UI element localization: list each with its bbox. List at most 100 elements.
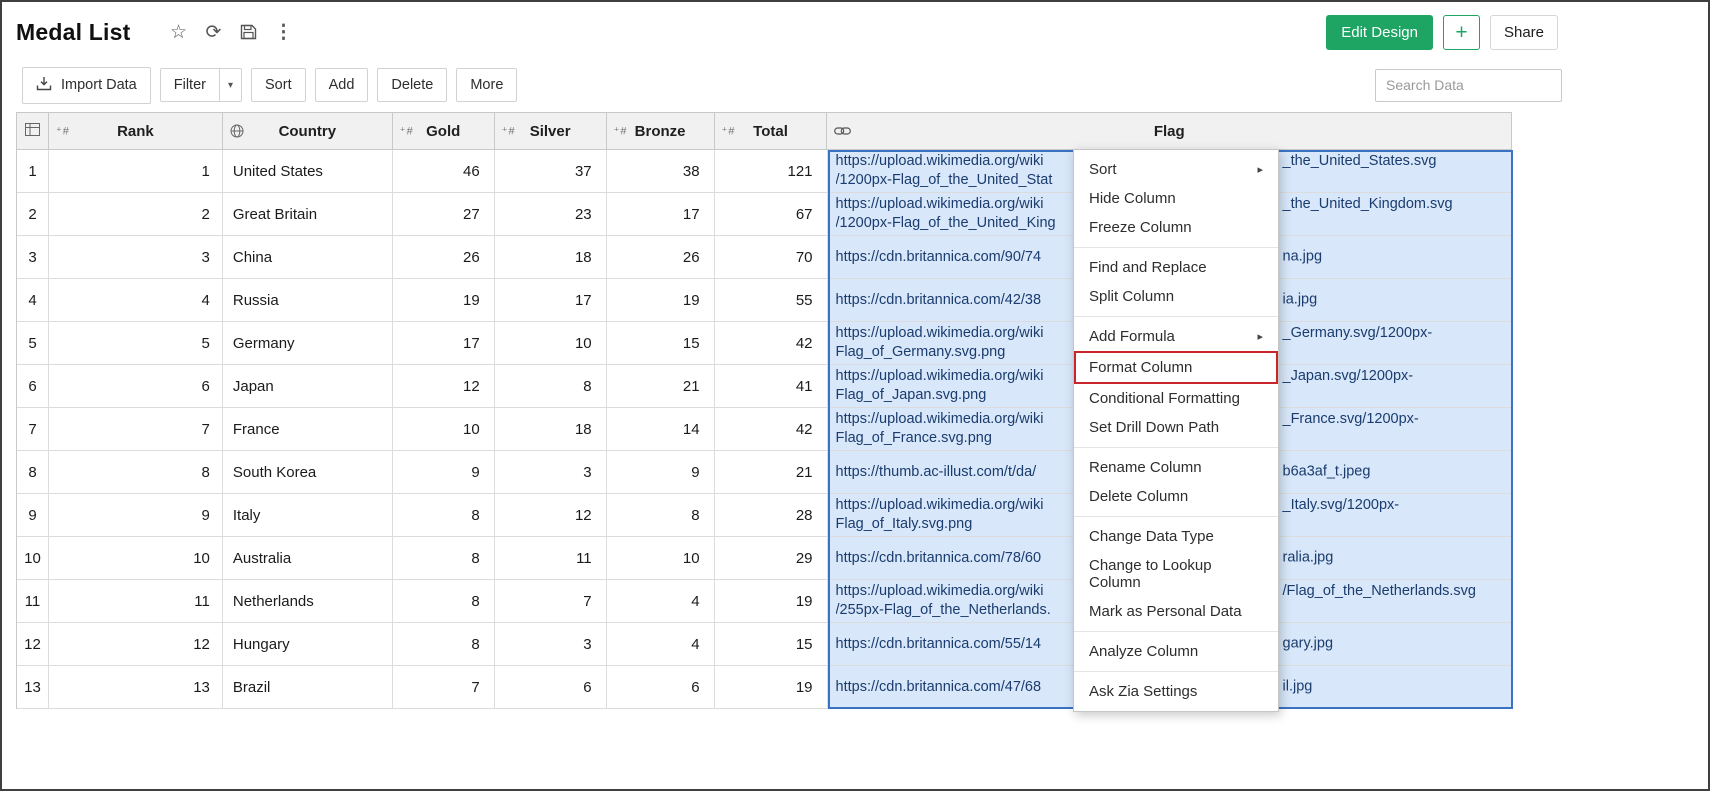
silver-cell[interactable]: 3 bbox=[495, 623, 607, 666]
bronze-cell[interactable]: 4 bbox=[607, 580, 715, 623]
total-cell[interactable]: 70 bbox=[715, 236, 828, 279]
gold-cell[interactable]: 8 bbox=[393, 623, 495, 666]
country-cell[interactable]: Russia bbox=[223, 279, 393, 322]
rank-cell[interactable]: 8 bbox=[49, 451, 223, 494]
menu-item-set-drill-down-path[interactable]: Set Drill Down Path bbox=[1074, 413, 1278, 442]
row-number[interactable]: 6 bbox=[17, 365, 49, 408]
silver-cell[interactable]: 7 bbox=[495, 580, 607, 623]
bronze-cell[interactable]: 8 bbox=[607, 494, 715, 537]
column-header-country[interactable]: Country bbox=[223, 113, 393, 150]
bronze-cell[interactable]: 21 bbox=[607, 365, 715, 408]
total-cell[interactable]: 29 bbox=[715, 537, 828, 580]
filter-dropdown-caret-icon[interactable]: ▾ bbox=[219, 68, 242, 102]
save-icon[interactable] bbox=[238, 24, 258, 40]
column-header-bronze[interactable]: ⁺# Bronze bbox=[607, 113, 715, 150]
refresh-icon[interactable]: ⟳ bbox=[203, 23, 223, 42]
more-options-kebab-icon[interactable]: ⋮ bbox=[273, 23, 293, 42]
country-cell[interactable]: France bbox=[223, 408, 393, 451]
menu-item-conditional-formatting[interactable]: Conditional Formatting bbox=[1074, 384, 1278, 413]
total-cell[interactable]: 28 bbox=[715, 494, 828, 537]
gold-cell[interactable]: 8 bbox=[393, 580, 495, 623]
row-number[interactable]: 11 bbox=[17, 580, 49, 623]
edit-design-button[interactable]: Edit Design bbox=[1326, 15, 1433, 50]
menu-item-split-column[interactable]: Split Column bbox=[1074, 282, 1278, 311]
bronze-cell[interactable]: 19 bbox=[607, 279, 715, 322]
total-cell[interactable]: 42 bbox=[715, 408, 828, 451]
country-cell[interactable]: Australia bbox=[223, 537, 393, 580]
menu-item-change-to-lookup-column[interactable]: Change to Lookup Column bbox=[1074, 551, 1278, 597]
rank-cell[interactable]: 6 bbox=[49, 365, 223, 408]
bronze-cell[interactable]: 14 bbox=[607, 408, 715, 451]
silver-cell[interactable]: 11 bbox=[495, 537, 607, 580]
rank-cell[interactable]: 2 bbox=[49, 193, 223, 236]
bronze-cell[interactable]: 6 bbox=[607, 666, 715, 709]
rank-cell[interactable]: 10 bbox=[49, 537, 223, 580]
add-new-button[interactable]: + bbox=[1443, 15, 1480, 50]
rank-cell[interactable]: 12 bbox=[49, 623, 223, 666]
country-cell[interactable]: Brazil bbox=[223, 666, 393, 709]
silver-cell[interactable]: 12 bbox=[495, 494, 607, 537]
bronze-cell[interactable]: 4 bbox=[607, 623, 715, 666]
more-button[interactable]: More bbox=[456, 68, 517, 102]
bronze-cell[interactable]: 9 bbox=[607, 451, 715, 494]
row-number[interactable]: 9 bbox=[17, 494, 49, 537]
add-button[interactable]: Add bbox=[315, 68, 369, 102]
delete-button[interactable]: Delete bbox=[377, 68, 447, 102]
total-cell[interactable]: 19 bbox=[715, 580, 828, 623]
silver-cell[interactable]: 3 bbox=[495, 451, 607, 494]
favorite-star-icon[interactable]: ☆ bbox=[168, 23, 188, 42]
bronze-cell[interactable]: 38 bbox=[607, 150, 715, 193]
gold-cell[interactable]: 17 bbox=[393, 322, 495, 365]
gold-cell[interactable]: 19 bbox=[393, 279, 495, 322]
gold-cell[interactable]: 12 bbox=[393, 365, 495, 408]
country-cell[interactable]: Italy bbox=[223, 494, 393, 537]
total-cell[interactable]: 15 bbox=[715, 623, 828, 666]
bronze-cell[interactable]: 17 bbox=[607, 193, 715, 236]
row-number[interactable]: 3 bbox=[17, 236, 49, 279]
country-cell[interactable]: Germany bbox=[223, 322, 393, 365]
rank-cell[interactable]: 3 bbox=[49, 236, 223, 279]
country-cell[interactable]: China bbox=[223, 236, 393, 279]
total-cell[interactable]: 42 bbox=[715, 322, 828, 365]
country-cell[interactable]: Netherlands bbox=[223, 580, 393, 623]
silver-cell[interactable]: 37 bbox=[495, 150, 607, 193]
column-header-total[interactable]: ⁺# Total bbox=[715, 113, 828, 150]
country-cell[interactable]: Great Britain bbox=[223, 193, 393, 236]
silver-cell[interactable]: 10 bbox=[495, 322, 607, 365]
gold-cell[interactable]: 7 bbox=[393, 666, 495, 709]
menu-item-change-data-type[interactable]: Change Data Type bbox=[1074, 522, 1278, 551]
column-header-flag[interactable]: Flag bbox=[827, 113, 1512, 150]
menu-item-analyze-column[interactable]: Analyze Column bbox=[1074, 637, 1278, 666]
menu-item-freeze-column[interactable]: Freeze Column bbox=[1074, 213, 1278, 242]
row-number[interactable]: 12 bbox=[17, 623, 49, 666]
gold-cell[interactable]: 9 bbox=[393, 451, 495, 494]
country-cell[interactable]: South Korea bbox=[223, 451, 393, 494]
import-data-button[interactable]: Import Data bbox=[22, 67, 151, 104]
country-cell[interactable]: Japan bbox=[223, 365, 393, 408]
menu-item-format-column[interactable]: Format Column bbox=[1074, 351, 1278, 384]
silver-cell[interactable]: 18 bbox=[495, 236, 607, 279]
row-number[interactable]: 4 bbox=[17, 279, 49, 322]
gold-cell[interactable]: 26 bbox=[393, 236, 495, 279]
row-number[interactable]: 2 bbox=[17, 193, 49, 236]
row-number[interactable]: 1 bbox=[17, 150, 49, 193]
rank-cell[interactable]: 11 bbox=[49, 580, 223, 623]
rank-cell[interactable]: 13 bbox=[49, 666, 223, 709]
menu-item-sort[interactable]: Sort▸ bbox=[1074, 155, 1278, 184]
menu-item-rename-column[interactable]: Rename Column bbox=[1074, 453, 1278, 482]
total-cell[interactable]: 21 bbox=[715, 451, 828, 494]
rank-cell[interactable]: 9 bbox=[49, 494, 223, 537]
row-number[interactable]: 7 bbox=[17, 408, 49, 451]
menu-item-hide-column[interactable]: Hide Column bbox=[1074, 184, 1278, 213]
menu-item-delete-column[interactable]: Delete Column bbox=[1074, 482, 1278, 511]
total-cell[interactable]: 67 bbox=[715, 193, 828, 236]
share-button[interactable]: Share bbox=[1490, 15, 1558, 50]
total-cell[interactable]: 41 bbox=[715, 365, 828, 408]
gold-cell[interactable]: 27 bbox=[393, 193, 495, 236]
gold-cell[interactable]: 46 bbox=[393, 150, 495, 193]
filter-button[interactable]: Filter bbox=[160, 68, 220, 102]
total-cell[interactable]: 121 bbox=[715, 150, 828, 193]
menu-item-ask-zia-settings[interactable]: Ask Zia Settings bbox=[1074, 677, 1278, 706]
gold-cell[interactable]: 10 bbox=[393, 408, 495, 451]
search-input[interactable] bbox=[1375, 69, 1562, 102]
